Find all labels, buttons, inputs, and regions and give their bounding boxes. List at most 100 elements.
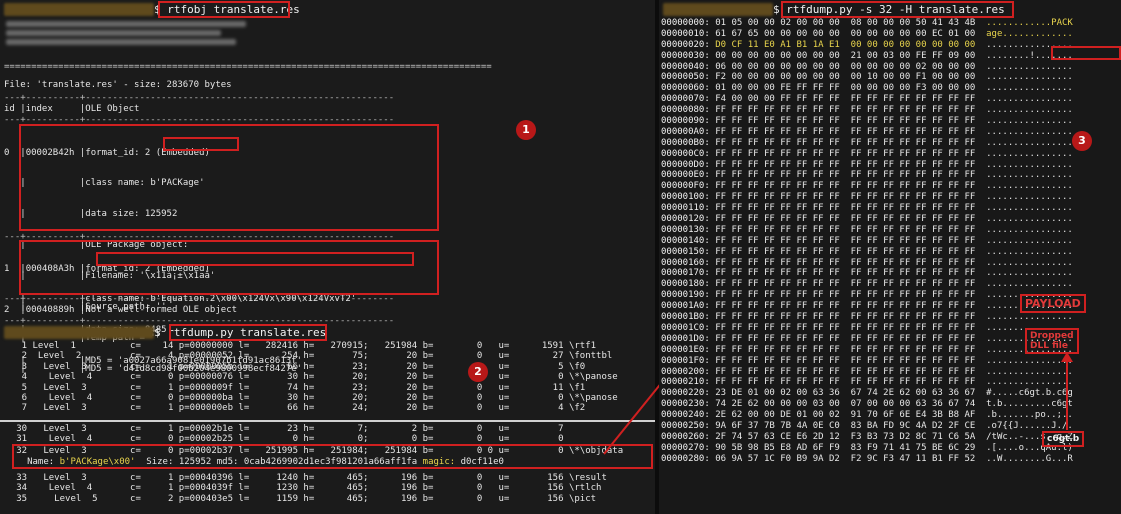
hex-offset: 00000220: [661,388,710,399]
right-terminal[interactable]: redacted $ rtfdump.py -s 32 -H translate.… [659,0,1121,514]
hex-bytes: FF FF FF FF FF FF FF FF FF FF FF FF FF F… [715,279,976,290]
hex-row: 00000150: FF FF FF FF FF FF FF FF FF FF … [661,247,1121,258]
hex-row: 000000C0: FF FF FF FF FF FF FF FF FF FF … [661,149,1121,160]
hex-bytes: 23 DE 01 00 02 00 63 36 67 74 2E 62 00 6… [715,388,976,399]
hex-row: 00000000: 01 05 00 00 02 00 00 00 08 00 … [661,18,1121,29]
hex-offset: 00000030: [661,50,710,61]
class-name-equation-highlight [96,252,414,266]
hex-row: 00000140: FF FF FF FF FF FF FF FF FF FF … [661,236,1121,247]
hex-offset: 000000A0: [661,126,710,137]
hex-ascii: ............PACK [986,18,1073,28]
hex-bytes: FF FF FF FF FF FF FF FF FF FF FF FF FF F… [715,333,976,344]
hex-ascii: ................ [986,170,1073,181]
hex-ascii: ................ [986,312,1073,323]
hex-row: 00000230: 74 2E 62 00 00 00 03 00 07 00 … [661,399,1121,410]
hex-offset: 000000B0: [661,137,710,148]
hex-bytes: FF FF FF FF FF FF FF FF FF FF FF FF FF F… [715,377,976,388]
hex-offset: 000000F0: [661,181,710,192]
hex-row: 00000220: 23 DE 01 00 02 00 63 36 67 74 … [661,388,1121,399]
rtfobj-command-highlight [158,1,290,18]
hex-bytes: FF FF FF FF FF FF FF FF FF FF FF FF FF F… [715,235,976,246]
separator: ---+----------+-------------------------… [4,93,395,103]
hex-bytes: 01 05 00 00 02 00 00 00 08 00 00 00 50 4… [715,18,976,28]
section-divider [0,420,655,422]
hex-bytes: F4 00 00 00 FF FF FF FF FF FF FF FF FF F… [715,94,976,105]
hex-offset: 00000050: [661,72,710,83]
hex-offset: 00000230: [661,399,710,410]
hex-ascii: ................ [986,257,1073,268]
hex-offset: 00000110: [661,203,710,214]
dump-row: 4 Level 4 c= 0 p=00000076 l= 30 h= 20; 2… [0,372,618,383]
hex-ascii: ................ [986,192,1073,203]
hex-row: 00000050: F2 00 00 00 00 00 00 00 00 10 … [661,72,1121,83]
dump-row: 33 Level 3 c= 1 p=00040396 l= 1240 h= 46… [0,473,607,483]
pack-ascii-highlight [1051,46,1121,60]
dropped-dll-label: Dropped DLL file [1025,328,1079,354]
hex-row: 00000200: FF FF FF FF FF FF FF FF FF FF … [661,367,1121,378]
dump-row: 35 Level 5 c= 2 p=000403e5 l= 1159 h= 46… [0,493,597,504]
hex-offset: 00000020: [661,39,710,50]
hex-ascii: ................ [986,235,1073,246]
hex-ascii: ................ [986,148,1073,159]
hex-row: 00000130: FF FF FF FF FF FF FF FF FF FF … [661,225,1121,236]
dump-row: 6 Level 4 c= 0 p=000000ba l= 30 h= 20; 2… [0,392,618,403]
hex-bytes: FF FF FF FF FF FF FF FF FF FF FF FF FF F… [715,192,976,203]
hex-bytes: 9A 6F 37 7B 7B 4A 0E C0 83 BA FD 9C 4A D… [715,420,976,431]
hex-bytes: FF FF FF FF FF FF FF FF FF FF FF FF FF F… [715,214,976,225]
hex-bytes: 90 5B 98 B5 E8 AD 6F F9 83 F9 71 41 75 B… [715,442,976,453]
hex-offset: 00000080: [661,105,710,116]
separator: ========================================… [4,62,492,72]
hex-bytes: D0 CF 11 E0 A1 B1 1A E1 00 00 00 00 00 0… [715,39,976,50]
hex-row: 00000210: FF FF FF FF FF FF FF FF FF FF … [661,377,1121,388]
badge-2: 2 [468,362,488,382]
hex-ascii: ................ [986,268,1073,279]
hex-ascii: ................ [986,137,1073,148]
hex-ascii: ................ [986,279,1073,290]
hex-row: 000000D0: FF FF FF FF FF FF FF FF FF FF … [661,160,1121,171]
hex-row: 00000090: FF FF FF FF FF FF FF FF FF FF … [661,116,1121,127]
hex-offset: 000001B0: [661,312,710,323]
row-32-highlight [12,444,653,469]
left-terminal[interactable]: redacted $ rtfobj translate.res =========… [0,0,655,514]
hex-offset: 00000100: [661,192,710,203]
hex-bytes: FF FF FF FF FF FF FF FF FF FF FF FF FF F… [715,137,976,148]
hex-row: 000000B0: FF FF FF FF FF FF FF FF FF FF … [661,138,1121,149]
hex-row: 00000070: F4 00 00 00 FF FF FF FF FF FF … [661,94,1121,105]
hex-ascii: ................ [986,94,1073,105]
hex-row: 00000010: 61 67 65 00 00 00 00 00 00 00 … [661,29,1121,40]
payload-label: PAYLOAD [1020,294,1086,313]
hex-row: 000001B0: FF FF FF FF FF FF FF FF FF FF … [661,312,1121,323]
banner-line [6,39,236,45]
hex-offset: 00000150: [661,246,710,257]
hex-offset: 00000190: [661,290,710,301]
hex-row: 000000A0: FF FF FF FF FF FF FF FF FF FF … [661,127,1121,138]
hex-offset: 000001C0: [661,322,710,333]
banner-line [6,21,246,27]
hex-bytes: FF FF FF FF FF FF FF FF FF FF FF FF FF F… [715,257,976,268]
hex-row: 000001F0: FF FF FF FF FF FF FF FF FF FF … [661,356,1121,367]
hex-bytes: FF FF FF FF FF FF FF FF FF FF FF FF FF F… [715,159,976,170]
hex-bytes: 2F 74 57 63 CE E6 2D 12 F3 B3 73 D2 8C 7… [715,431,976,442]
dump-row: 34 Level 4 c= 1 p=0004039f l= 1230 h= 46… [0,483,602,494]
hex-bytes: FF FF FF FF FF FF FF FF FF FF FF FF FF F… [715,181,976,192]
hex-command-highlight [781,1,1014,18]
hex-offset: 00000120: [661,214,710,225]
hex-bytes: FF FF FF FF FF FF FF FF FF FF FF FF FF F… [715,366,976,377]
hex-bytes: FF FF FF FF FF FF FF FF FF FF FF FF FF F… [715,105,976,116]
hex-ascii: ................ [986,83,1073,94]
hex-offset: 000001F0: [661,355,710,366]
hex-row: 00000060: 01 00 00 00 FE FF FF FF 00 00 … [661,83,1121,94]
hex-ascii: age............. [986,28,1073,39]
dump-rows-top: 1 Level 1 c= 14 p=00000000 l= 282416 h= … [0,341,655,414]
hex-bytes: FF FF FF FF FF FF FF FF FF FF FF FF FF F… [715,290,976,301]
hex-ascii: ................ [986,214,1073,225]
dump-rows-mid: 30 Level 3 c= 1 p=00002b1e l= 23 h= 7; 2… [0,424,655,445]
hex-bytes: FF FF FF FF FF FF FF FF FF FF FF FF FF F… [715,344,976,355]
hex-offset: 00000280: [661,453,710,464]
hex-bytes: FF FF FF FF FF FF FF FF FF FF FF FF FF F… [715,224,976,235]
hex-bytes: 06 00 00 00 00 00 00 00 00 00 00 00 02 0… [715,61,976,72]
dump-row: 1 Level 1 c= 14 p=00000000 l= 282416 h= … [0,341,597,351]
hex-row: 00000120: FF FF FF FF FF FF FF FF FF FF … [661,214,1121,225]
hex-offset: 00000070: [661,94,710,105]
hex-ascii: ................ [986,246,1073,257]
